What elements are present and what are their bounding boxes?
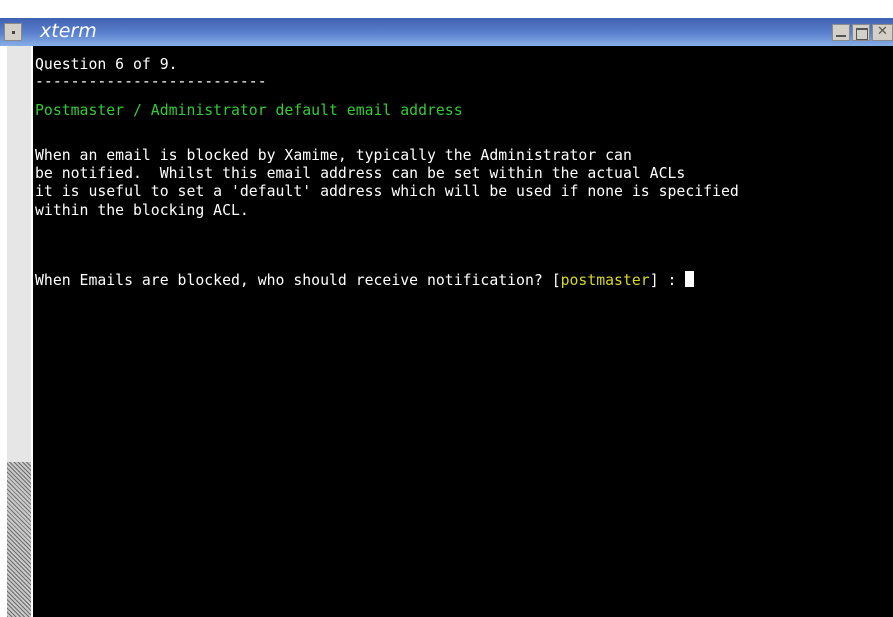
window-title: xterm xyxy=(40,20,97,42)
text-cursor xyxy=(685,271,695,287)
close-button[interactable]: ✕ xyxy=(872,24,893,41)
title-bar[interactable]: xterm ✕ xyxy=(0,18,893,46)
maximize-button[interactable] xyxy=(852,24,870,41)
maximize-icon xyxy=(856,28,868,40)
minimize-button[interactable] xyxy=(832,24,850,41)
section-heading: Postmaster / Administrator default email… xyxy=(35,102,463,119)
window-menu-button[interactable] xyxy=(4,23,22,41)
terminal-area[interactable]: Question 6 of 9. -----------------------… xyxy=(33,46,893,617)
prompt-line[interactable]: When Emails are blocked, who should rece… xyxy=(35,271,695,291)
separator-line: -------------------------- xyxy=(35,73,267,90)
minimize-icon xyxy=(836,35,846,37)
prompt-default-value: postmaster xyxy=(560,272,650,289)
description-line-1: When an email is blocked by Xamime, typi… xyxy=(35,147,632,164)
scrollbar-thumb[interactable] xyxy=(7,462,31,617)
close-icon: ✕ xyxy=(877,24,888,39)
prompt-suffix: ] : xyxy=(649,272,686,289)
description-line-2: be notified. Whilst this email address c… xyxy=(35,165,686,182)
prompt-prefix: When Emails are blocked, who should rece… xyxy=(35,272,561,289)
menu-dot-icon xyxy=(12,31,15,34)
question-line: Question 6 of 9. xyxy=(35,56,178,73)
description-line-3: it is useful to set a 'default' address … xyxy=(35,183,739,200)
description-line-4: within the blocking ACL. xyxy=(35,202,249,219)
